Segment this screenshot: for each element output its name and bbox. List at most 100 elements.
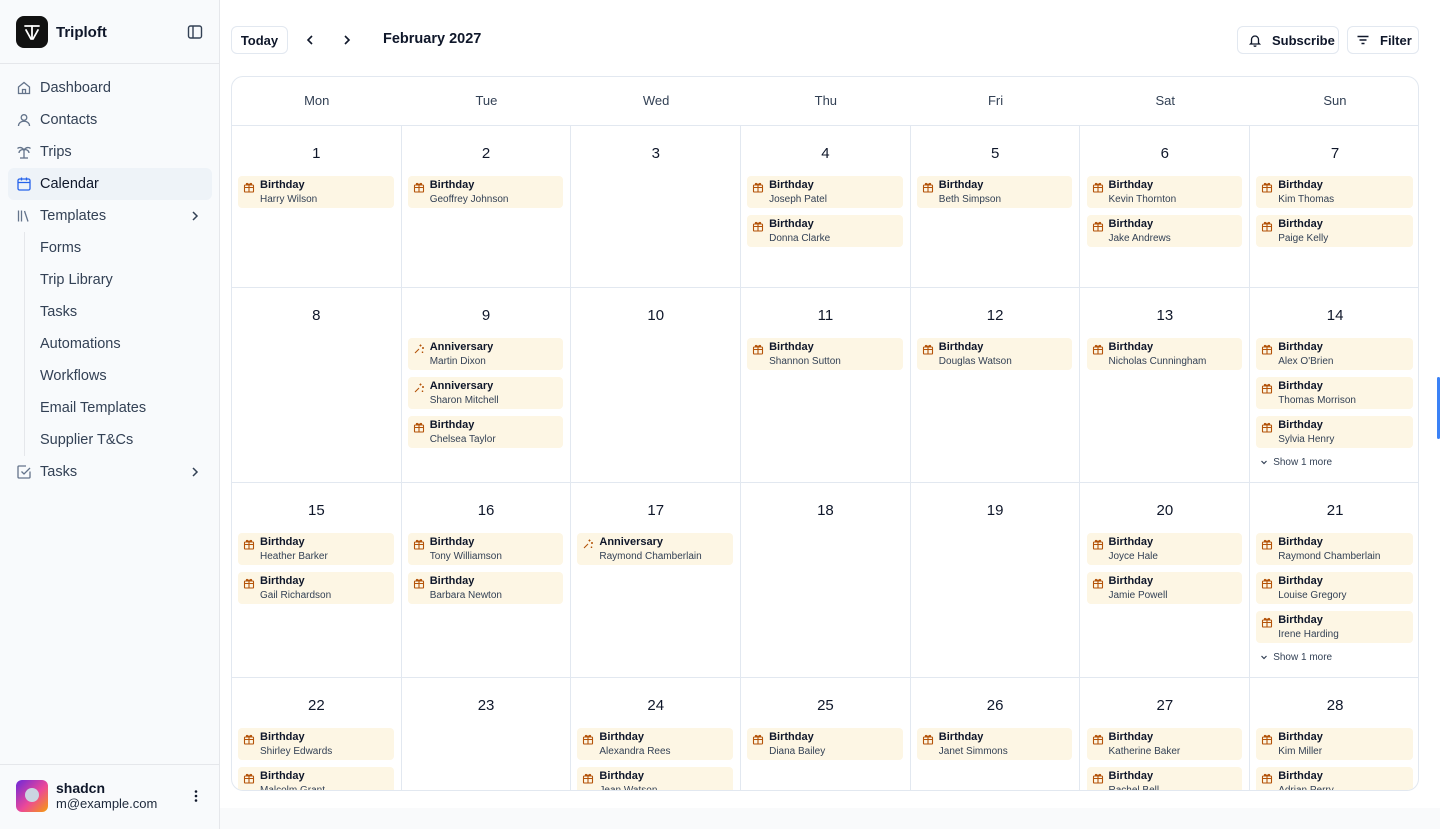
calendar-event[interactable]: Birthday Donna Clarke xyxy=(747,215,903,247)
calendar-day-cell[interactable]: 19 xyxy=(911,483,1081,677)
calendar-event[interactable]: Birthday Kim Thomas xyxy=(1256,176,1413,208)
calendar-event[interactable]: Birthday Shannon Sutton xyxy=(747,338,903,370)
calendar-event[interactable]: Anniversary Martin Dixon xyxy=(407,338,564,370)
sidebar-subitem-email-templates[interactable]: Email Templates xyxy=(40,392,212,424)
event-title: Birthday xyxy=(938,179,984,191)
calendar-day-cell[interactable]: 20 Birthday Joyce Hale Birthday Jamie Powell xyxy=(1081,483,1251,677)
calendar-event[interactable]: Birthday Raymond Chamberlain xyxy=(1256,533,1413,565)
calendar-day-cell[interactable]: 14 Birthday Alex O'Brien Birthday Thomas Mor… xyxy=(1250,288,1418,482)
gift-icon xyxy=(1092,576,1104,589)
weekday-label: Tue xyxy=(475,93,498,108)
calendar-day-cell[interactable]: 28 Birthday Kim Miller Birthday Adrian Perry xyxy=(1250,678,1418,790)
sidebar-subitem-tasks[interactable]: Tasks xyxy=(40,296,212,328)
chevron-right-icon[interactable] xyxy=(188,209,202,223)
calendar-event[interactable]: Birthday Joyce Hale xyxy=(1086,533,1243,565)
calendar-day-cell[interactable]: 13 Birthday Nicholas Cunningham xyxy=(1081,288,1251,482)
sidebar-item-tasks[interactable]: Tasks xyxy=(8,456,212,488)
calendar-event[interactable]: Birthday Joseph Patel xyxy=(747,176,903,208)
calendar-event[interactable]: Birthday Malcolm Grant xyxy=(238,767,394,790)
calendar-day-cell[interactable]: 23 xyxy=(402,678,572,790)
calendar-day-cell[interactable]: 9 Anniversary Martin Dixon Anniversary Sharo… xyxy=(402,288,572,482)
show-more-link[interactable]: Show 1 more xyxy=(1256,455,1413,469)
subscribe-button[interactable]: Subscribe xyxy=(1237,26,1339,54)
calendar-event[interactable]: Birthday Rachel Bell xyxy=(1086,767,1243,790)
show-more-link[interactable]: Show 1 more xyxy=(1256,650,1413,664)
sidebar-item-trips[interactable]: Trips xyxy=(8,136,212,168)
calendar-event[interactable]: Birthday Kim Miller xyxy=(1256,728,1413,760)
calendar-event[interactable]: Birthday Paige Kelly xyxy=(1256,215,1413,247)
calendar-event[interactable]: Birthday Louise Gregory xyxy=(1256,572,1413,604)
brand[interactable]: Triploft xyxy=(16,16,107,48)
calendar-event[interactable]: Birthday Alexandra Rees xyxy=(577,728,734,760)
calendar-event[interactable]: Birthday Jamie Powell xyxy=(1086,572,1243,604)
sidebar-subitem-trip-library[interactable]: Trip Library xyxy=(40,264,212,296)
calendar-day-cell[interactable]: 6 Birthday Kevin Thornton Birthday Jake Andr… xyxy=(1081,126,1251,287)
calendar-event[interactable]: Birthday Jean Watson xyxy=(577,767,734,790)
calendar-event[interactable]: Birthday Nicholas Cunningham xyxy=(1086,338,1243,370)
calendar-day-cell[interactable]: 16 Birthday Tony Williamson Birthday Barbara… xyxy=(402,483,572,677)
calendar-day-cell[interactable]: 25 Birthday Diana Bailey xyxy=(741,678,911,790)
calendar-event[interactable]: Birthday Gail Richardson xyxy=(238,572,394,604)
sparkles-icon xyxy=(413,381,425,393)
sidebar-subitem-workflows[interactable]: Workflows xyxy=(40,360,212,392)
calendar-day-cell[interactable]: 18 xyxy=(741,483,911,677)
filter-button[interactable]: Filter xyxy=(1347,26,1419,54)
sidebar-item-dashboard[interactable]: Dashboard xyxy=(8,72,212,104)
event-title: Birthday xyxy=(260,536,305,548)
calendar-day-cell[interactable]: 1 Birthday Harry Wilson xyxy=(232,126,402,287)
calendar-event[interactable]: Birthday Adrian Perry xyxy=(1256,767,1413,790)
sidebar-item-label: Workflows xyxy=(40,368,107,384)
calendar-event[interactable]: Birthday Harry Wilson xyxy=(238,176,394,208)
calendar-event[interactable]: Birthday Thomas Morrison xyxy=(1256,377,1413,409)
gift-icon xyxy=(582,732,594,745)
calendar-day-cell[interactable]: 3 xyxy=(571,126,742,287)
sidebar-subitem-supplier-tcs[interactable]: Supplier T&Cs xyxy=(40,424,212,456)
calendar-event[interactable]: Birthday Chelsea Taylor xyxy=(407,416,564,448)
calendar-day-cell[interactable]: 26 Birthday Janet Simmons xyxy=(911,678,1081,790)
calendar-event[interactable]: Birthday Irene Harding xyxy=(1256,611,1413,643)
calendar-event[interactable]: Birthday Janet Simmons xyxy=(916,728,1073,760)
sidebar-item-contacts[interactable]: Contacts xyxy=(8,104,212,136)
event-person: Joseph Patel xyxy=(769,194,827,205)
calendar-event[interactable]: Birthday Jake Andrews xyxy=(1086,215,1243,247)
calendar-event[interactable]: Anniversary Sharon Mitchell xyxy=(407,377,564,409)
calendar-event[interactable]: Birthday Diana Bailey xyxy=(747,728,903,760)
sidebar-subitem-forms[interactable]: Forms xyxy=(40,232,212,264)
calendar-day-cell[interactable]: 2 Birthday Geoffrey Johnson xyxy=(402,126,572,287)
sidebar-item-calendar[interactable]: Calendar xyxy=(8,168,212,200)
sidebar-toggle-icon[interactable] xyxy=(187,24,205,40)
user-profile[interactable]: shadcn m@example.com xyxy=(16,780,157,812)
sidebar-subitem-automations[interactable]: Automations xyxy=(40,328,212,360)
calendar-day-cell[interactable]: 10 xyxy=(571,288,742,482)
calendar-event[interactable]: Birthday Alex O'Brien xyxy=(1256,338,1413,370)
calendar-event[interactable]: Birthday Sylvia Henry xyxy=(1256,416,1413,448)
calendar-event[interactable]: Birthday Douglas Watson xyxy=(916,338,1073,370)
calendar-day-cell[interactable]: 8 xyxy=(232,288,402,482)
sidebar-item-templates[interactable]: Templates xyxy=(8,200,212,232)
calendar-day-cell[interactable]: 24 Birthday Alexandra Rees Birthday Jean Wat… xyxy=(571,678,742,790)
calendar-day-cell[interactable]: 5 Birthday Beth Simpson xyxy=(911,126,1081,287)
today-button[interactable]: Today xyxy=(231,26,288,54)
calendar-event[interactable]: Birthday Tony Williamson xyxy=(407,533,564,565)
calendar-event[interactable]: Birthday Shirley Edwards xyxy=(238,728,394,760)
calendar-day-cell[interactable]: 15 Birthday Heather Barker Birthday Gail Ric… xyxy=(232,483,402,677)
calendar-event[interactable]: Anniversary Raymond Chamberlain xyxy=(577,533,734,565)
calendar-day-cell[interactable]: 12 Birthday Douglas Watson xyxy=(911,288,1081,482)
calendar-day-cell[interactable]: 11 Birthday Shannon Sutton xyxy=(741,288,911,482)
calendar-event[interactable]: Birthday Beth Simpson xyxy=(916,176,1073,208)
calendar-event[interactable]: Birthday Geoffrey Johnson xyxy=(407,176,564,208)
chevron-right-icon[interactable] xyxy=(336,29,358,51)
chevron-left-icon[interactable] xyxy=(299,29,321,51)
calendar-day-cell[interactable]: 4 Birthday Joseph Patel Birthday Donna Clark… xyxy=(741,126,911,287)
calendar-event[interactable]: Birthday Heather Barker xyxy=(238,533,394,565)
calendar-event[interactable]: Birthday Katherine Baker xyxy=(1086,728,1243,760)
calendar-event[interactable]: Birthday Barbara Newton xyxy=(407,572,564,604)
calendar-day-cell[interactable]: 27 Birthday Katherine Baker Birthday Rachel … xyxy=(1081,678,1251,790)
calendar-day-cell[interactable]: 21 Birthday Raymond Chamberlain Birthday Lou… xyxy=(1250,483,1418,677)
calendar-event[interactable]: Birthday Kevin Thornton xyxy=(1086,176,1243,208)
more-vertical-icon[interactable] xyxy=(188,788,204,804)
calendar-day-cell[interactable]: 22 Birthday Shirley Edwards Birthday Malcolm… xyxy=(232,678,402,790)
chevron-right-icon[interactable] xyxy=(188,465,202,479)
calendar-day-cell[interactable]: 7 Birthday Kim Thomas Birthday Paige Kelly xyxy=(1250,126,1418,287)
calendar-day-cell[interactable]: 17 Anniversary Raymond Chamberlain xyxy=(571,483,742,677)
